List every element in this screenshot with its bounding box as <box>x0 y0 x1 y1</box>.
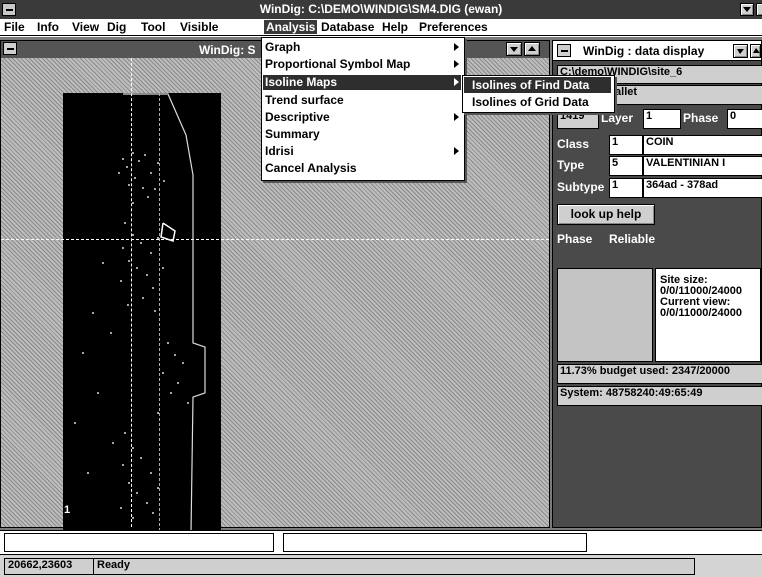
site-plan-drawing <box>74 93 206 534</box>
type-label: Type <box>557 158 585 172</box>
class-value-field: COIN <box>643 135 762 155</box>
submenu-arrow-icon <box>454 147 459 155</box>
budget-field: 11.73% budget used: 2347/20000 <box>557 364 762 384</box>
menu-item-descriptive[interactable]: Descriptive <box>263 110 461 125</box>
layer-field[interactable]: 1 <box>643 109 681 129</box>
menu-item-cancel-analysis[interactable]: Cancel Analysis <box>263 161 461 176</box>
site-info-box: Site size: 0/0/11000/24000 Current view:… <box>655 268 761 362</box>
coordinates-readout: 20662,23603 <box>4 558 94 575</box>
menu-dig[interactable]: Dig <box>107 20 126 34</box>
analysis-menu: Graph Proportional Symbol Map Isoline Ma… <box>261 37 465 181</box>
minimize-icon <box>743 7 751 12</box>
menu-item-idrisi[interactable]: Idrisi <box>263 144 461 159</box>
phase-label: Phase <box>683 111 719 125</box>
crosshair-vertical <box>131 58 132 527</box>
current-view-value: 0/0/11000/24000 <box>660 307 742 319</box>
crosshair-horizontal <box>1 239 549 240</box>
menu-item-proportional-symbol-map[interactable]: Proportional Symbol Map <box>263 57 461 72</box>
type-value-field: VALENTINIAN I <box>643 156 762 176</box>
data-display-title: WinDig : data display <box>583 44 705 58</box>
menu-bar: File Info View Dig Tool Visible Analysis… <box>0 19 762 36</box>
type-code-field[interactable]: 5 <box>609 156 643 176</box>
layer-label: Layer <box>601 111 634 125</box>
data-display-window: WinDig : data display C:\demo\WINDIG\sit… <box>552 40 762 528</box>
site-plan[interactable] <box>63 93 221 546</box>
preview-box <box>557 268 653 362</box>
phase-field[interactable]: 0 <box>727 109 762 129</box>
menu-info[interactable]: Info <box>37 20 59 34</box>
system-field: System: 48758240:49:65:49 <box>557 386 762 406</box>
menu-visible[interactable]: Visible <box>180 20 218 34</box>
submenu-arrow-icon <box>454 78 459 86</box>
status-bar: 20662,23603 Ready <box>0 554 762 577</box>
info-bar <box>0 530 762 554</box>
subtype-code-field[interactable]: 1 <box>609 178 643 198</box>
look-up-help-button[interactable]: look up help <box>557 204 655 225</box>
class-code-field[interactable]: 1 <box>609 135 643 155</box>
isoline-submenu: Isolines of Find Data Isolines of Grid D… <box>462 75 615 113</box>
data-display-maximize-button[interactable] <box>750 44 761 58</box>
menu-item-label: Proportional Symbol Map <box>265 57 411 71</box>
menu-item-label: Descriptive <box>265 110 330 124</box>
info-field-2 <box>283 533 587 552</box>
menu-item-label: Isolines of Find Data <box>472 78 590 92</box>
menu-database[interactable]: Database <box>321 20 374 34</box>
submenu-arrow-icon <box>454 43 459 51</box>
map-window-maximize-button[interactable] <box>524 42 540 56</box>
menu-item-label: Isoline Maps <box>265 75 338 89</box>
menu-analysis[interactable]: Analysis <box>264 20 318 34</box>
menu-item-summary[interactable]: Summary <box>263 127 461 142</box>
menu-item-label: Graph <box>265 40 301 54</box>
phase-column-header: Phase <box>557 232 593 246</box>
menu-item-isolines-find-data[interactable]: Isolines of Find Data <box>464 77 611 93</box>
menu-file[interactable]: File <box>4 20 25 34</box>
menu-preferences[interactable]: Preferences <box>419 20 488 34</box>
map-window-minimize-button[interactable] <box>506 42 522 56</box>
submenu-arrow-icon <box>454 113 459 121</box>
menu-tool[interactable]: Tool <box>141 20 165 34</box>
data-display-titlebar: WinDig : data display <box>553 41 761 61</box>
menu-help[interactable]: Help <box>382 20 408 34</box>
grid-line <box>159 93 160 546</box>
class-label: Class <box>557 137 590 151</box>
menu-item-trend-surface[interactable]: Trend surface <box>263 93 461 108</box>
status-message: Ready <box>93 558 695 575</box>
subtype-label: Subtype <box>557 180 605 194</box>
menu-item-label: Idrisi <box>265 144 294 158</box>
chevron-up-icon <box>528 46 536 51</box>
data-display-system-icon[interactable] <box>557 44 571 57</box>
map-window-title: WinDig: S <box>199 43 256 57</box>
data-display-minimize-button[interactable] <box>733 44 748 58</box>
submenu-arrow-icon <box>454 60 459 68</box>
menu-item-label: Isolines of Grid Data <box>472 95 589 109</box>
menu-item-label: Summary <box>265 127 320 141</box>
chevron-up-icon <box>753 48 760 53</box>
menu-item-isolines-grid-data[interactable]: Isolines of Grid Data <box>464 94 611 110</box>
maximize-button[interactable] <box>756 3 762 16</box>
menu-view[interactable]: View <box>72 20 99 34</box>
menu-item-label: Trend surface <box>265 93 344 107</box>
subtype-value-field: 364ad - 378ad <box>643 178 762 198</box>
menu-item-isoline-maps[interactable]: Isoline Maps <box>263 75 461 90</box>
map-corner-label: 1 <box>64 504 71 516</box>
menu-item-graph[interactable]: Graph <box>263 40 461 55</box>
app-title: WinDig: C:\DEMO\WINDIG\SM4.DIG (ewan) <box>259 2 503 16</box>
chevron-down-icon <box>737 49 744 54</box>
reliable-column-header: Reliable <box>609 232 656 246</box>
info-field-1 <box>4 533 274 552</box>
chevron-down-icon <box>510 47 518 52</box>
minimize-button[interactable] <box>740 3 754 16</box>
menu-item-label: Cancel Analysis <box>265 161 357 175</box>
map-window-system-icon[interactable] <box>3 42 17 55</box>
app-title-bar: WinDig: C:\DEMO\WINDIG\SM4.DIG (ewan) <box>0 0 762 19</box>
